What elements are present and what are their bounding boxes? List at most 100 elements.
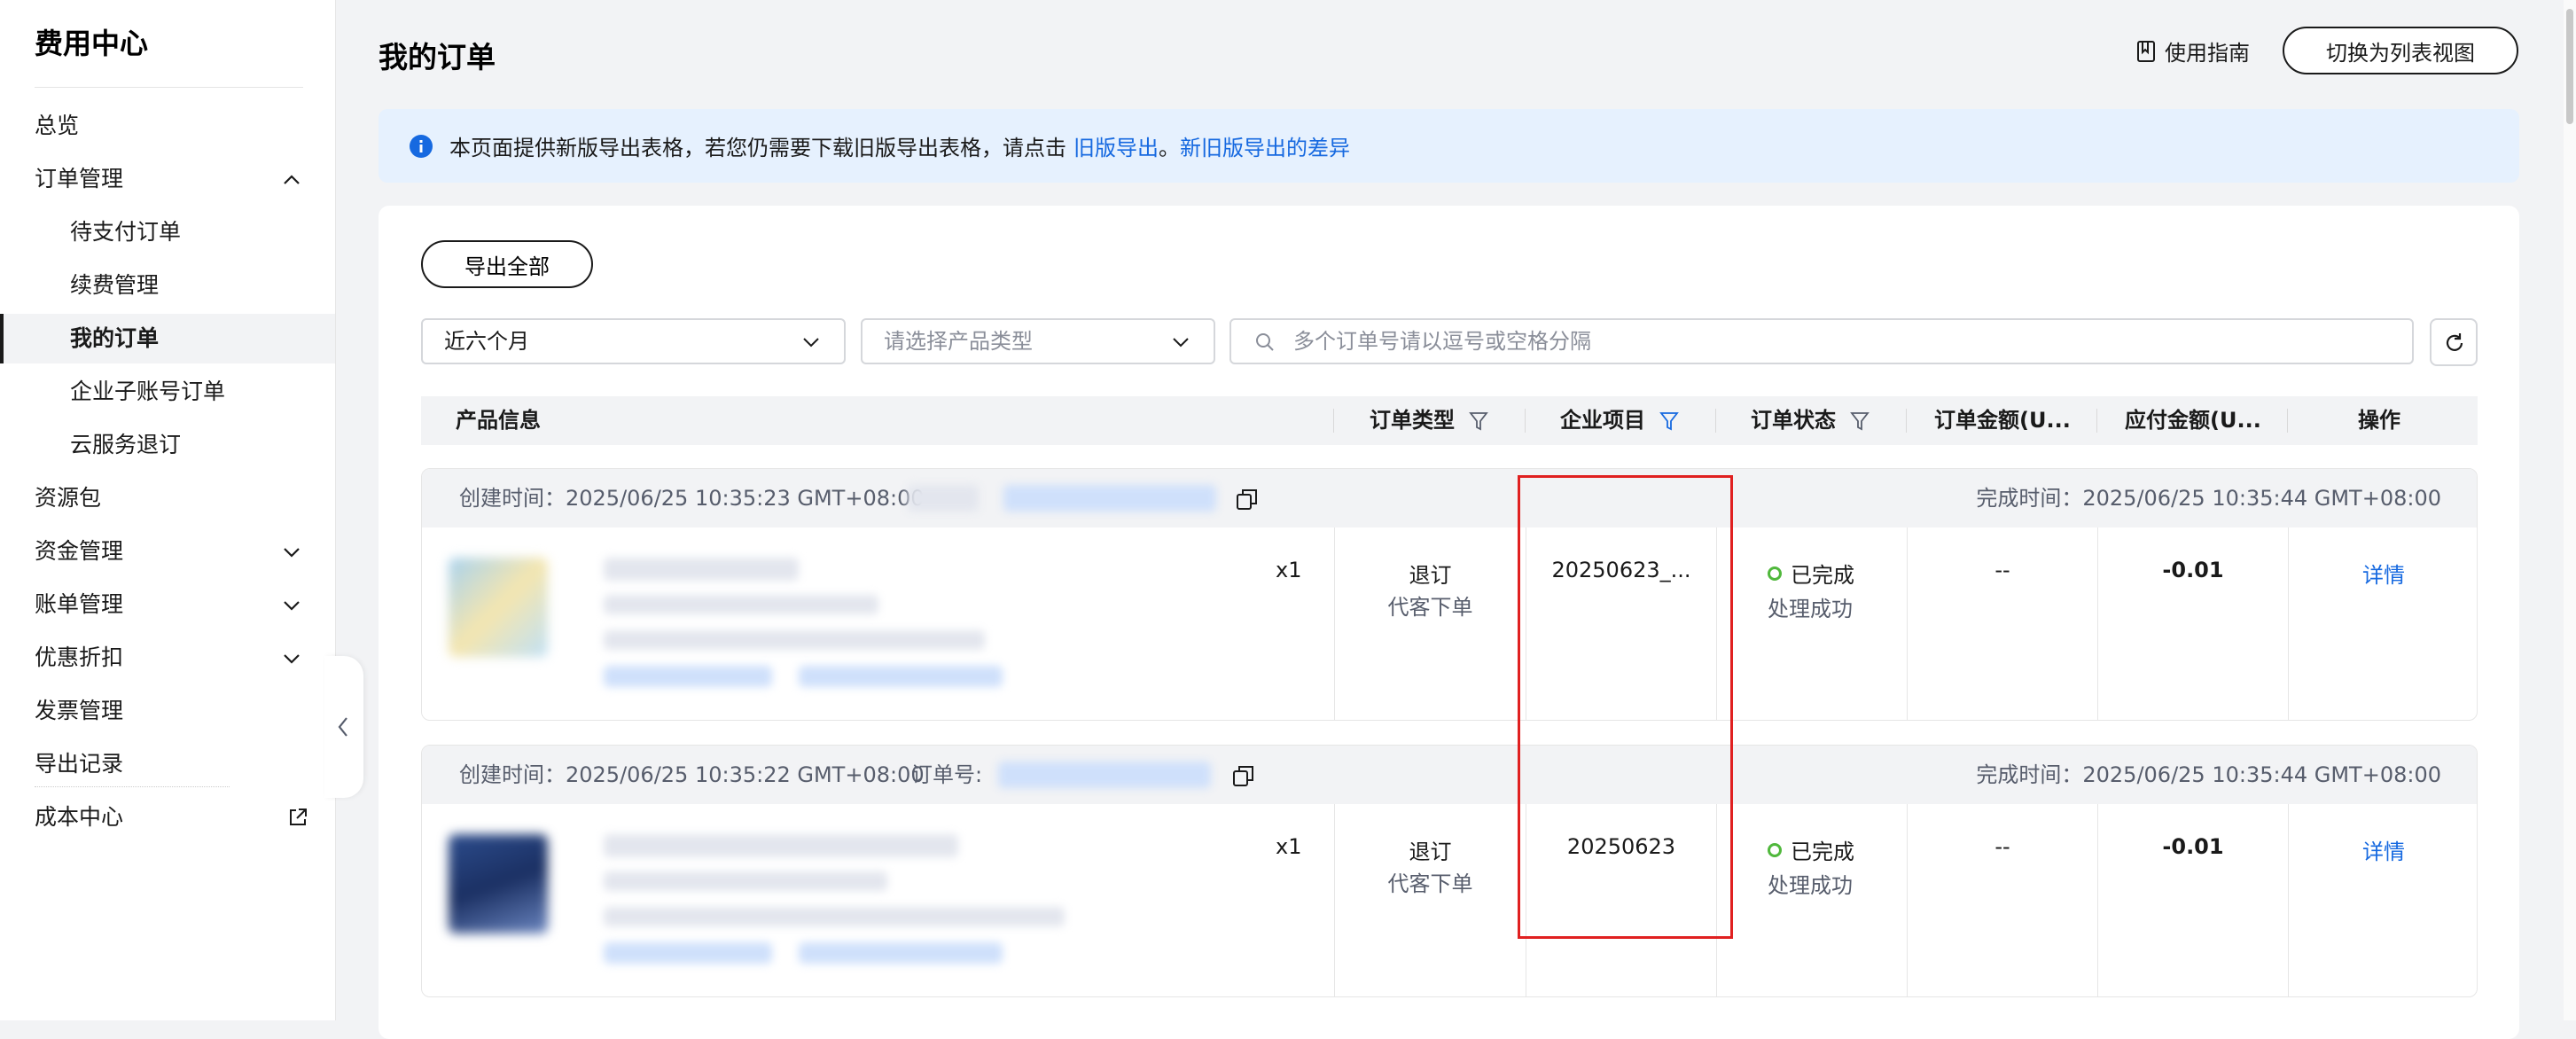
order-status-label: 已完成 [1791,563,1854,588]
sidebar-item-unsubscribe[interactable]: 云服务退订 [0,420,335,470]
order-quantity: x1 [1276,558,1302,582]
status-success-icon [1768,566,1782,581]
redacted-product-spec [604,871,887,891]
sidebar-item-resource-packs[interactable]: 资源包 [0,473,335,523]
enterprise-project: 20250623 [1566,834,1676,859]
refresh-button[interactable] [2430,318,2478,366]
redacted-link [799,942,1003,964]
column-separator [1715,409,1716,433]
enterprise-project: 20250623_... [1551,558,1691,582]
redacted-link [604,666,772,687]
page-scrollbar[interactable] [2564,0,2576,1020]
switch-list-view-button[interactable]: 切换为列表视图 [2283,27,2518,74]
sidebar-item-discounts[interactable]: 优惠折扣 [0,633,335,683]
column-label: 订单状态 [1751,408,1836,433]
column-enterprise-project[interactable]: 企业项目 [1560,396,1680,445]
column-separator [2097,527,2098,720]
column-separator [1716,527,1717,720]
product-type-select[interactable]: 请选择产品类型 [861,318,1215,364]
order-header: 创建时间：2025/06/25 10:35:23 GMT+08:00 完成时间：… [422,469,2477,527]
redacted-product-desc [604,630,985,650]
product-type-placeholder: 请选择产品类型 [884,329,1033,354]
sidebar-item-label: 续费管理 [70,272,160,298]
scrollbar-thumb[interactable] [2566,9,2573,124]
column-separator [1333,409,1334,433]
user-guide-link[interactable]: 使用指南 [2136,35,2250,66]
redacted-product-spec [604,595,878,614]
column-order-status[interactable]: 订单状态 [1751,396,1870,445]
sidebar-item-label: 云服务退订 [70,432,182,457]
sidebar-item-label: 账单管理 [35,591,124,617]
sidebar-item-sub-account-orders[interactable]: 企业子账号订单 [0,367,335,417]
sidebar-item-my-orders[interactable]: 我的订单 [0,314,335,363]
order-status-sub: 处理成功 [1768,597,1853,621]
sidebar-item-label: 成本中心 [35,804,124,830]
chevron-up-icon [284,175,300,184]
order-search-input[interactable]: 多个订单号请以逗号或空格分隔 [1229,318,2414,364]
period-select[interactable]: 近六个月 [421,318,846,364]
column-separator [1907,804,1908,996]
order-number-label: 订单号: [911,762,983,787]
redacted-label [908,485,979,512]
sidebar-collapse-button[interactable] [324,656,363,798]
filter-icon[interactable] [1469,410,1489,432]
order-completed-time: 完成时间：2025/06/25 10:35:44 GMT+08:00 [1976,486,2441,511]
sidebar-item-label: 企业子账号订单 [70,379,226,404]
column-label: 企业项目 [1560,408,1645,433]
order-completed-time: 完成时间：2025/06/25 10:35:44 GMT+08:00 [1976,762,2441,787]
legacy-export-link[interactable]: 旧版导出 [1073,130,1159,161]
sidebar-item-cost-center[interactable]: 成本中心 [0,793,335,842]
column-actions: 操作 [2358,408,2400,433]
sidebar-item-order-management[interactable]: 订单管理 [0,154,335,204]
column-order-type[interactable]: 订单类型 [1370,396,1489,445]
page-title: 我的订单 [379,40,496,74]
search-icon [1256,333,1274,351]
detail-link[interactable]: 详情 [2289,834,2477,865]
column-separator [1525,409,1526,433]
copy-icon[interactable] [1235,487,1260,512]
redacted-link [799,666,1003,687]
chevron-down-icon [284,601,300,611]
order-status-label: 已完成 [1791,840,1854,864]
column-separator [1906,409,1907,433]
order-type: 退订 [1409,563,1452,588]
chevron-down-icon [284,548,300,558]
column-separator [2097,804,2098,996]
order-created-time: 创建时间：2025/06/25 10:35:23 GMT+08:00 [459,486,925,511]
user-guide-label: 使用指南 [2165,41,2250,66]
export-diff-link[interactable]: 新旧版导出的差异 [1180,130,1350,161]
order-amount: -- [1994,558,2010,582]
sidebar-title: 费用中心 [35,27,149,60]
sidebar-item-label: 待支付订单 [70,219,182,245]
export-all-button[interactable]: 导出全部 [421,240,593,288]
search-placeholder: 多个订单号请以逗号或空格分隔 [1293,329,1591,354]
sidebar-item-invoices[interactable]: 发票管理 [0,686,335,736]
column-product-info: 产品信息 [456,408,541,433]
sidebar-item-renewal[interactable]: 续费管理 [0,261,335,310]
sidebar-item-bills[interactable]: 账单管理 [0,580,335,629]
chevron-left-icon [338,717,347,737]
filter-active-icon[interactable] [1659,410,1680,432]
detail-link[interactable]: 详情 [2289,558,2477,589]
sidebar-item-funds[interactable]: 资金管理 [0,527,335,576]
sidebar-item-pending-orders[interactable]: 待支付订单 [0,207,335,257]
column-label: 订单类型 [1370,408,1455,433]
info-icon [410,134,433,158]
payable-amount: -0.01 [2162,558,2224,582]
banner-text: 本页面提供新版导出表格，若您仍需要下载旧版导出表格，请点击 [449,136,1066,160]
sidebar-item-overview[interactable]: 总览 [0,101,335,151]
column-separator [1907,527,1908,720]
filter-icon[interactable] [1850,410,1870,432]
sidebar-item-label: 发票管理 [35,698,124,723]
order-status: 已完成 [1768,558,1854,589]
column-separator [1334,527,1335,720]
sidebar-divider [35,87,303,88]
table-header: 产品信息 订单类型 企业项目 订单状态 订单金额(U... 应付金额(U... … [421,396,2478,445]
column-order-amount: 订单金额(U... [1934,408,2071,433]
redacted-link [604,942,772,964]
order-created-time: 创建时间：2025/06/25 10:35:22 GMT+08:00 [459,762,925,787]
redacted-order-number [1003,485,1216,512]
copy-icon[interactable] [1231,763,1256,788]
sidebar-item-export-records[interactable]: 导出记录 [0,739,335,789]
column-separator [2288,804,2289,996]
